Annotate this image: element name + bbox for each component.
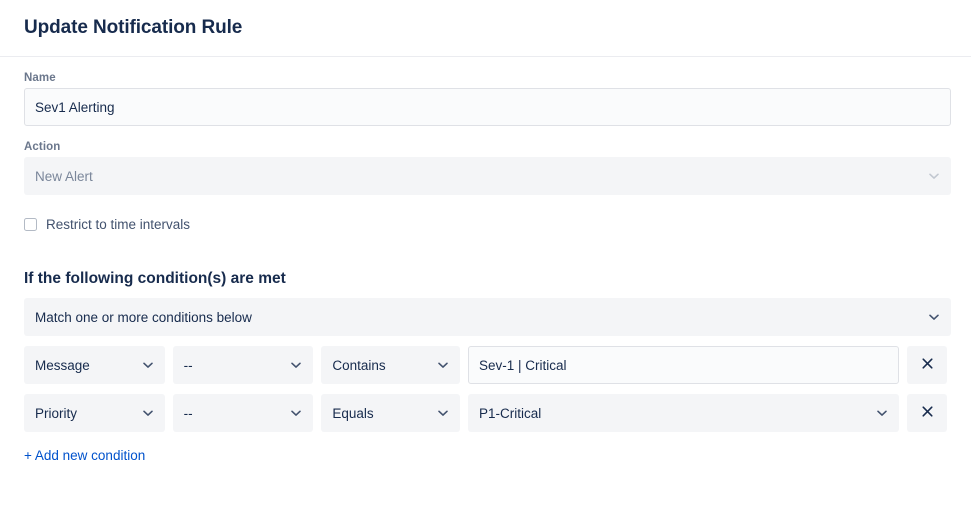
condition-operator-select[interactable]: Contains — [321, 346, 461, 384]
condition-key-value: -- — [183, 357, 193, 373]
chevron-down-icon — [290, 359, 302, 371]
add-new-condition-link[interactable]: + Add new condition — [24, 448, 145, 463]
condition-key-select[interactable]: -- — [172, 394, 314, 432]
restrict-time-intervals-checkbox-row[interactable]: Restrict to time intervals — [24, 217, 947, 232]
condition-field-select[interactable]: Message — [24, 346, 165, 384]
page-title: Update Notification Rule — [24, 17, 243, 38]
match-mode-value: Match one or more conditions below — [35, 309, 252, 325]
remove-condition-button[interactable] — [907, 394, 947, 432]
chevron-down-icon — [290, 407, 302, 419]
condition-value-text: Sev-1 | Critical — [479, 357, 567, 373]
close-icon — [921, 405, 934, 421]
condition-row: Message -- Contains Sev-1 | Critical — [24, 346, 947, 384]
condition-operator-value: Contains — [332, 357, 386, 373]
condition-key-select[interactable]: -- — [172, 346, 314, 384]
notification-rule-form: Name Sev1 Alerting Action New Alert Rest… — [0, 72, 971, 465]
action-select[interactable]: New Alert — [24, 157, 951, 195]
condition-value-text: P1-Critical — [479, 405, 542, 421]
condition-value-select[interactable]: P1-Critical — [468, 394, 900, 432]
condition-value-input[interactable]: Sev-1 | Critical — [468, 346, 900, 384]
name-input-value: Sev1 Alerting — [35, 99, 115, 115]
condition-field-value: Message — [35, 357, 90, 373]
name-input[interactable]: Sev1 Alerting — [24, 88, 951, 126]
condition-key-value: -- — [183, 405, 193, 421]
remove-condition-button[interactable] — [907, 346, 947, 384]
condition-operator-value: Equals — [332, 405, 374, 421]
chevron-down-icon — [142, 359, 154, 371]
chevron-down-icon — [437, 359, 449, 371]
close-icon — [921, 357, 934, 373]
chevron-down-icon — [437, 407, 449, 419]
conditions-heading: If the following condition(s) are met — [24, 270, 286, 287]
condition-field-select[interactable]: Priority — [24, 394, 165, 432]
condition-operator-select[interactable]: Equals — [321, 394, 461, 432]
page-header: Update Notification Rule — [0, 0, 971, 57]
chevron-down-icon — [928, 311, 940, 323]
checkbox-icon[interactable] — [24, 218, 37, 231]
action-label: Action — [24, 141, 61, 153]
name-label: Name — [24, 72, 56, 84]
restrict-time-intervals-label: Restrict to time intervals — [46, 217, 191, 232]
chevron-down-icon — [928, 170, 940, 182]
chevron-down-icon — [876, 407, 888, 419]
chevron-down-icon — [142, 407, 154, 419]
match-mode-select[interactable]: Match one or more conditions below — [24, 298, 951, 336]
action-select-value: New Alert — [35, 168, 93, 184]
condition-field-value: Priority — [35, 405, 78, 421]
condition-row: Priority -- Equals P1-Critical — [24, 394, 947, 432]
